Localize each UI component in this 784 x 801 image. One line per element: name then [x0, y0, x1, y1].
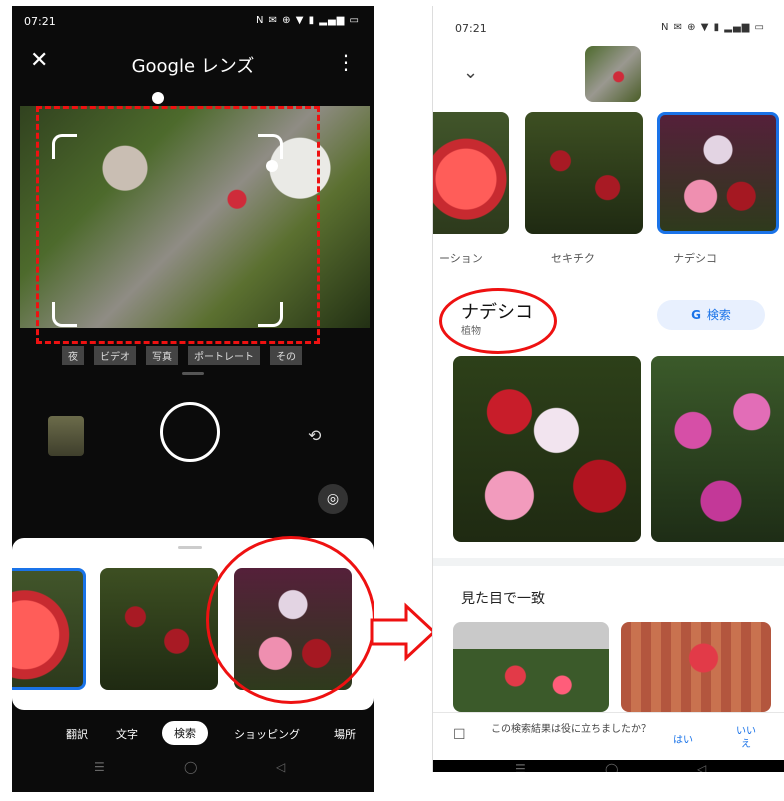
lens-header: ✕ Google レンズ ⋮ — [12, 46, 374, 86]
google-search-button[interactable]: G 検索 — [657, 300, 765, 330]
drag-handle[interactable] — [182, 372, 204, 375]
home-icon[interactable]: ◯ — [184, 760, 197, 774]
mode-portrait[interactable]: ポートレート — [188, 346, 260, 365]
crop-drag-handle[interactable] — [152, 92, 164, 104]
lens-mode-tabs: 翻訳 文字 検索 ショッピング 場所 — [12, 718, 374, 748]
mode-night[interactable]: 夜 — [62, 346, 84, 365]
status-bar: 07:21 N ✉ ⊕ ▼ ▮ ▂▄▆ ▭ — [433, 6, 784, 35]
visual-match-image[interactable] — [621, 622, 771, 712]
result-thumb-sekichiku[interactable] — [100, 568, 218, 690]
status-icons: N ✉ ⊕ ▼ ▮ ▂▄▆ ▭ — [660, 22, 765, 33]
shutter-button[interactable] — [160, 402, 220, 462]
camera-modes: 夜 ビデオ 写真 ポートレート その — [62, 346, 302, 365]
back-icon[interactable]: ◁ — [276, 760, 285, 774]
recents-icon[interactable]: ☰ — [94, 760, 105, 774]
back-icon[interactable]: ◁ — [697, 762, 706, 772]
tab-search[interactable]: 検索 — [162, 721, 208, 745]
tab-translate[interactable]: 翻訳 — [66, 726, 88, 742]
annotation-dashed-box — [36, 106, 320, 344]
result-thumb-carnation[interactable] — [12, 568, 86, 690]
lens-search-icon[interactable]: ◎ — [318, 484, 348, 514]
feedback-yes-button[interactable]: はい — [673, 731, 693, 746]
recents-icon[interactable]: ☰ — [515, 762, 526, 772]
thumb-label-carnation: ーション — [439, 252, 483, 265]
home-icon[interactable]: ◯ — [605, 762, 618, 772]
chevron-down-icon[interactable]: ⌄ — [463, 62, 478, 83]
thumb-label-nadeshiko: ナデシコ — [673, 252, 717, 265]
lens-camera-screen: 07:21 N ✉ ⊕ ▼ ▮ ▂▄▆ ▭ ✕ Google レンズ ⋮ 夜 ビ… — [12, 6, 374, 792]
tab-places[interactable]: 場所 — [334, 726, 356, 742]
gallery-thumbnail[interactable] — [48, 416, 84, 456]
visual-match-image[interactable] — [453, 622, 609, 712]
status-time: 07:21 — [455, 22, 487, 35]
annotation-ellipse — [439, 288, 557, 354]
system-nav-bar: ☰ ◯ ◁ — [12, 758, 374, 782]
result-thumb-sekichiku[interactable] — [525, 112, 643, 234]
mode-video[interactable]: ビデオ — [94, 346, 136, 365]
mode-photo[interactable]: 写真 — [146, 346, 178, 365]
feedback-bar: ☐ この検索結果は役に立ちましたか？ はい いいえ — [433, 712, 784, 761]
tab-text[interactable]: 文字 — [116, 726, 138, 742]
tab-shopping[interactable]: ショッピング — [234, 726, 300, 742]
flip-camera-icon[interactable]: ⟲ — [308, 426, 321, 445]
search-button-label: 検索 — [706, 308, 731, 322]
result-image[interactable] — [453, 356, 641, 542]
feedback-question: この検索結果は役に立ちましたか？ — [491, 724, 651, 735]
thumb-label-sekichiku: セキチク — [551, 252, 595, 265]
sheet-handle[interactable] — [178, 546, 202, 549]
status-bar: 07:21 N ✉ ⊕ ▼ ▮ ▂▄▆ ▭ — [12, 6, 374, 34]
visual-matches-heading: 見た目で一致 — [461, 591, 545, 607]
lens-results-screen: 07:21 N ✉ ⊕ ▼ ▮ ▂▄▆ ▭ ⌄ ーション セキチク ナデシコ ナ… — [432, 6, 784, 772]
feedback-icon: ☐ — [453, 727, 466, 743]
annotation-circle — [206, 536, 374, 704]
transition-arrow-icon — [370, 602, 437, 662]
feedback-no-button[interactable]: いいえ — [733, 725, 759, 751]
status-icons: N ✉ ⊕ ▼ ▮ ▂▄▆ ▭ — [255, 15, 360, 26]
status-time: 07:21 — [24, 15, 56, 28]
result-image[interactable] — [651, 356, 784, 542]
mode-more[interactable]: その — [270, 346, 302, 365]
result-thumb-nadeshiko[interactable] — [657, 112, 779, 234]
section-divider — [433, 558, 784, 566]
result-thumb-carnation[interactable] — [433, 112, 509, 234]
page-title: Google レンズ — [131, 56, 255, 77]
google-g-icon: G — [691, 308, 701, 322]
cropped-image-thumbnail[interactable] — [585, 46, 641, 102]
system-nav-bar: ☰ ◯ ◁ — [433, 760, 784, 772]
more-options-icon[interactable]: ⋮ — [336, 50, 356, 74]
